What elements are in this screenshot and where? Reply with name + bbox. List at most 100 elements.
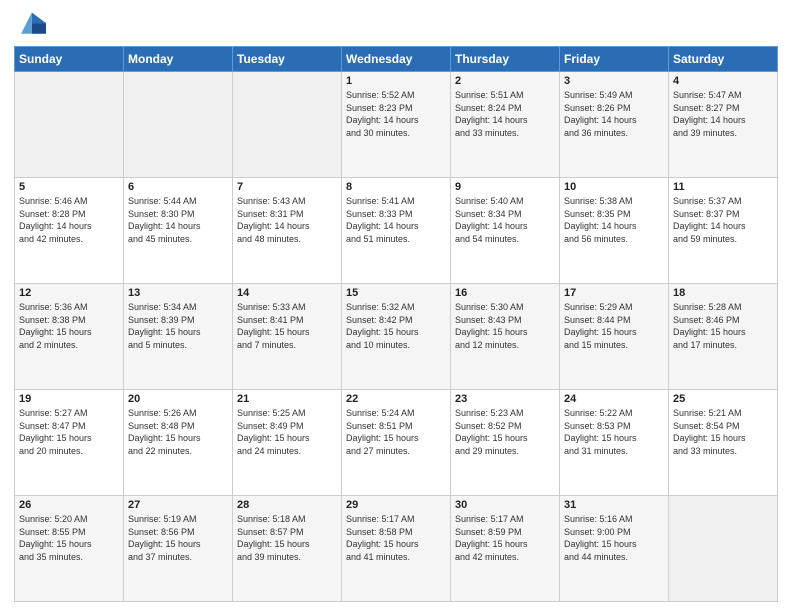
day-number: 17 [564, 287, 664, 299]
day-number: 14 [237, 287, 337, 299]
table-row: 23Sunrise: 5:23 AM Sunset: 8:52 PM Dayli… [451, 390, 560, 496]
col-saturday: Saturday [669, 47, 778, 72]
table-row: 12 Sunrise: 5:36 AM Sunset: 8:38 PM Dayli… [15, 284, 124, 390]
day-number: 6 [128, 181, 228, 193]
day-number: 5 [19, 181, 119, 193]
table-row: 11 Sunrise: 5:37 AM Sunset: 8:37 PM Dayli… [669, 178, 778, 284]
col-sunday: Sunday [15, 47, 124, 72]
day-info: Sunrise: 5:27 AM Sunset: 8:47 PM Dayligh… [19, 407, 119, 457]
day-number: 23 [455, 393, 555, 405]
day-number: 13 [128, 287, 228, 299]
day-number: 9 [455, 181, 555, 193]
calendar-week-3: 12 Sunrise: 5:36 AM Sunset: 8:38 PM Dayli… [15, 284, 778, 390]
day-info: Sunrise: 5:38 AM Sunset: 8:35 PM Dayligh… [564, 195, 664, 245]
day-number: 26 [19, 499, 119, 511]
calendar-week-1: 1 Sunrise: 5:52 AM Sunset: 8:23 PM Daylig… [15, 72, 778, 178]
table-row [15, 72, 124, 178]
day-number: 4 [673, 75, 773, 87]
calendar-header-row: Sunday Monday Tuesday Wednesday Thursday… [15, 47, 778, 72]
table-row: 28Sunrise: 5:18 AM Sunset: 8:57 PM Dayli… [233, 496, 342, 602]
day-number: 22 [346, 393, 446, 405]
day-number: 31 [564, 499, 664, 511]
day-info: Sunrise: 5:34 AM Sunset: 8:39 PM Dayligh… [128, 301, 228, 351]
table-row: 3 Sunrise: 5:49 AM Sunset: 8:26 PM Daylig… [560, 72, 669, 178]
page: Sunday Monday Tuesday Wednesday Thursday… [0, 0, 792, 612]
table-row [233, 72, 342, 178]
table-row: 26Sunrise: 5:20 AM Sunset: 8:55 PM Dayli… [15, 496, 124, 602]
col-monday: Monday [124, 47, 233, 72]
table-row [124, 72, 233, 178]
day-number: 2 [455, 75, 555, 87]
day-number: 25 [673, 393, 773, 405]
table-row: 18 Sunrise: 5:28 AM Sunset: 8:46 PM Dayli… [669, 284, 778, 390]
table-row: 10 Sunrise: 5:38 AM Sunset: 8:35 PM Dayli… [560, 178, 669, 284]
logo-icon [14, 10, 46, 38]
calendar-week-4: 19Sunrise: 5:27 AM Sunset: 8:47 PM Dayli… [15, 390, 778, 496]
table-row: 1 Sunrise: 5:52 AM Sunset: 8:23 PM Daylig… [342, 72, 451, 178]
day-info: Sunrise: 5:17 AM Sunset: 8:58 PM Dayligh… [346, 513, 446, 563]
day-info: Sunrise: 5:36 AM Sunset: 8:38 PM Dayligh… [19, 301, 119, 351]
table-row: 30 Sunrise: 5:17 AM Sunset: 8:59 PM Dayli… [451, 496, 560, 602]
table-row: 25Sunrise: 5:21 AM Sunset: 8:54 PM Dayli… [669, 390, 778, 496]
table-row: 6 Sunrise: 5:44 AM Sunset: 8:30 PM Daylig… [124, 178, 233, 284]
col-tuesday: Tuesday [233, 47, 342, 72]
table-row: 24 Sunrise: 5:22 AM Sunset: 8:53 PM Dayli… [560, 390, 669, 496]
day-info: Sunrise: 5:51 AM Sunset: 8:24 PM Dayligh… [455, 89, 555, 139]
day-info: Sunrise: 5:22 AM Sunset: 8:53 PM Dayligh… [564, 407, 664, 457]
table-row: 15Sunrise: 5:32 AM Sunset: 8:42 PM Dayli… [342, 284, 451, 390]
day-info: Sunrise: 5:17 AM Sunset: 8:59 PM Dayligh… [455, 513, 555, 563]
table-row: 8 Sunrise: 5:41 AM Sunset: 8:33 PM Daylig… [342, 178, 451, 284]
day-info: Sunrise: 5:46 AM Sunset: 8:28 PM Dayligh… [19, 195, 119, 245]
table-row: 17 Sunrise: 5:29 AM Sunset: 8:44 PM Dayli… [560, 284, 669, 390]
day-info: Sunrise: 5:32 AM Sunset: 8:42 PM Dayligh… [346, 301, 446, 351]
day-info: Sunrise: 5:44 AM Sunset: 8:30 PM Dayligh… [128, 195, 228, 245]
table-row: 16 Sunrise: 5:30 AM Sunset: 8:43 PM Dayli… [451, 284, 560, 390]
day-info: Sunrise: 5:52 AM Sunset: 8:23 PM Dayligh… [346, 89, 446, 139]
day-number: 7 [237, 181, 337, 193]
calendar-week-5: 26Sunrise: 5:20 AM Sunset: 8:55 PM Dayli… [15, 496, 778, 602]
table-row: 27 Sunrise: 5:19 AM Sunset: 8:56 PM Dayli… [124, 496, 233, 602]
table-row: 7 Sunrise: 5:43 AM Sunset: 8:31 PM Daylig… [233, 178, 342, 284]
day-info: Sunrise: 5:43 AM Sunset: 8:31 PM Dayligh… [237, 195, 337, 245]
table-row [669, 496, 778, 602]
day-number: 18 [673, 287, 773, 299]
day-number: 1 [346, 75, 446, 87]
day-info: Sunrise: 5:16 AM Sunset: 9:00 PM Dayligh… [564, 513, 664, 563]
calendar-week-2: 5 Sunrise: 5:46 AM Sunset: 8:28 PM Daylig… [15, 178, 778, 284]
day-number: 27 [128, 499, 228, 511]
day-info: Sunrise: 5:30 AM Sunset: 8:43 PM Dayligh… [455, 301, 555, 351]
day-info: Sunrise: 5:49 AM Sunset: 8:26 PM Dayligh… [564, 89, 664, 139]
day-number: 16 [455, 287, 555, 299]
day-info: Sunrise: 5:33 AM Sunset: 8:41 PM Dayligh… [237, 301, 337, 351]
day-info: Sunrise: 5:41 AM Sunset: 8:33 PM Dayligh… [346, 195, 446, 245]
day-info: Sunrise: 5:47 AM Sunset: 8:27 PM Dayligh… [673, 89, 773, 139]
table-row: 22Sunrise: 5:24 AM Sunset: 8:51 PM Dayli… [342, 390, 451, 496]
day-info: Sunrise: 5:18 AM Sunset: 8:57 PM Dayligh… [237, 513, 337, 563]
logo [14, 10, 50, 38]
day-info: Sunrise: 5:29 AM Sunset: 8:44 PM Dayligh… [564, 301, 664, 351]
day-number: 8 [346, 181, 446, 193]
day-number: 30 [455, 499, 555, 511]
day-number: 3 [564, 75, 664, 87]
table-row: 31 Sunrise: 5:16 AM Sunset: 9:00 PM Dayli… [560, 496, 669, 602]
col-thursday: Thursday [451, 47, 560, 72]
day-info: Sunrise: 5:28 AM Sunset: 8:46 PM Dayligh… [673, 301, 773, 351]
table-row: 20 Sunrise: 5:26 AM Sunset: 8:48 PM Dayli… [124, 390, 233, 496]
day-number: 20 [128, 393, 228, 405]
day-number: 12 [19, 287, 119, 299]
col-friday: Friday [560, 47, 669, 72]
table-row: 9Sunrise: 5:40 AM Sunset: 8:34 PM Daylig… [451, 178, 560, 284]
col-wednesday: Wednesday [342, 47, 451, 72]
table-row: 5 Sunrise: 5:46 AM Sunset: 8:28 PM Daylig… [15, 178, 124, 284]
table-row: 13 Sunrise: 5:34 AM Sunset: 8:39 PM Dayli… [124, 284, 233, 390]
day-number: 24 [564, 393, 664, 405]
day-number: 10 [564, 181, 664, 193]
day-info: Sunrise: 5:19 AM Sunset: 8:56 PM Dayligh… [128, 513, 228, 563]
table-row: 14 Sunrise: 5:33 AM Sunset: 8:41 PM Dayli… [233, 284, 342, 390]
table-row: 21Sunrise: 5:25 AM Sunset: 8:49 PM Dayli… [233, 390, 342, 496]
day-info: Sunrise: 5:26 AM Sunset: 8:48 PM Dayligh… [128, 407, 228, 457]
day-number: 11 [673, 181, 773, 193]
day-info: Sunrise: 5:37 AM Sunset: 8:37 PM Dayligh… [673, 195, 773, 245]
calendar: Sunday Monday Tuesday Wednesday Thursday… [14, 46, 778, 602]
table-row: 19Sunrise: 5:27 AM Sunset: 8:47 PM Dayli… [15, 390, 124, 496]
